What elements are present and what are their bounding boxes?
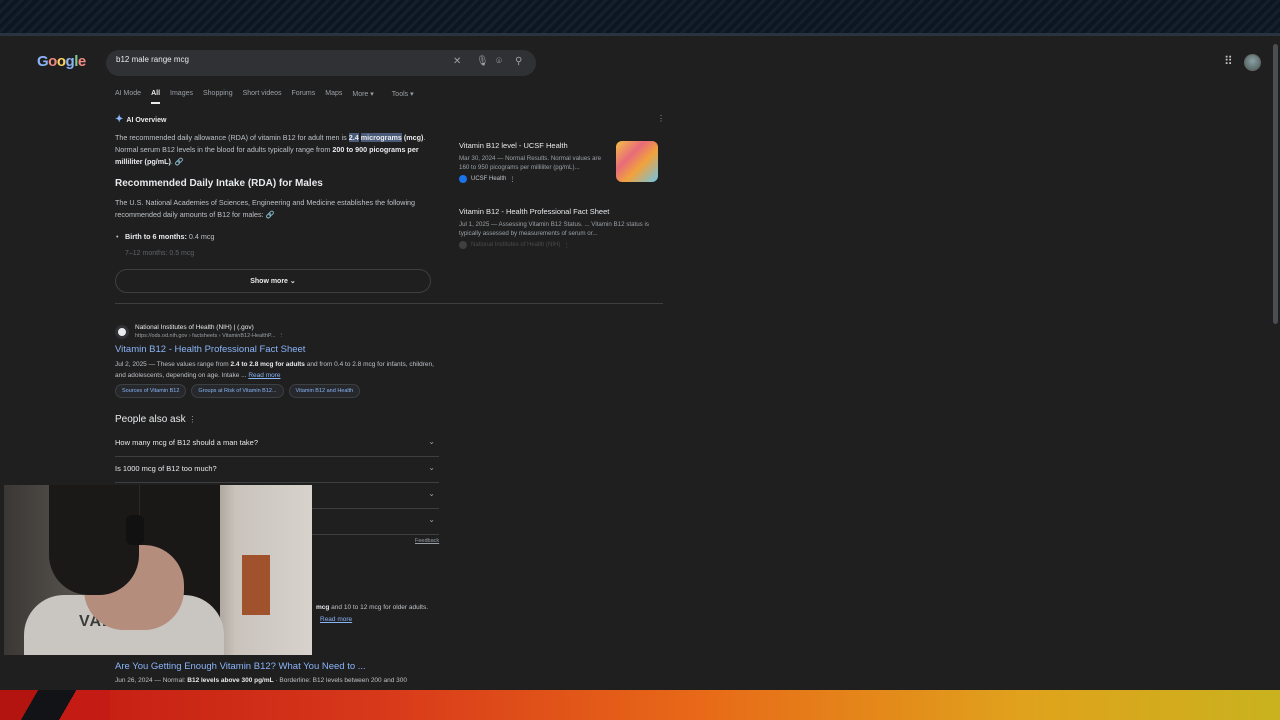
result-url[interactable]: https://ods.od.nih.gov › factsheets › Vi… [135,333,284,339]
background-box [242,555,270,615]
tab-images[interactable]: Images [170,90,193,98]
more-options-icon[interactable]: ⋮ [188,415,196,424]
headphones [126,515,144,545]
tab-forums[interactable]: Forums [292,90,316,98]
tab-tools[interactable]: Tools ▾ [392,90,414,98]
result-site-name[interactable]: National Institutes of Health (NIH) | (.… [135,324,254,331]
tab-more[interactable]: More ▾ [352,90,373,98]
avatar[interactable] [1244,54,1261,71]
result-title-link[interactable]: Vitamin B12 - Health Professional Fact S… [115,344,305,355]
paa-question[interactable]: Is 1000 mcg of B12 too much? ⌄ [115,457,439,483]
tab-all[interactable]: All [151,90,160,104]
webcam-overlay: VALIANT [4,485,312,655]
stream-overlay-top [0,0,1280,36]
search-tabs: AI Mode All Images Shopping Short videos… [115,90,424,104]
ai-overview-intro: The recommended daily allowance (RDA) of… [115,133,426,166]
sparkle-icon: ✦ [115,114,124,125]
link-icon[interactable]: 🔗 [175,157,184,166]
ai-overview-label: ✦ AI Overview [115,114,167,125]
sitelink-chips: Sources of Vitamin B12 Groups at Risk of… [115,384,365,398]
tab-shopping[interactable]: Shopping [203,90,233,98]
source-thumbnail[interactable] [616,141,658,182]
more-options-icon[interactable]: ⋮ [657,114,665,123]
divider [115,303,663,304]
microphone-icon[interactable]: 🎙 [476,56,489,67]
stream-overlay-bottom [0,690,1280,720]
result-title-link[interactable]: Are You Getting Enough Vitamin B12? What… [115,661,366,672]
search-bar[interactable]: ✕ 🎙 ⌾ ⚲ [106,50,536,76]
chevron-down-icon: ⌄ [428,437,435,446]
chip-sources[interactable]: Sources of Vitamin B12 [115,384,187,398]
ai-overview-body: The U.S. National Academies of Sciences,… [115,198,416,219]
search-input[interactable] [116,55,436,64]
rda-bullet: Birth to 6 months: 0.4 mcg [116,232,215,241]
close-icon[interactable]: ✕ [453,56,461,67]
people-also-ask-title: People also ask ⋮ [115,414,197,425]
apps-grid-icon[interactable]: ⠿ [1224,54,1233,68]
paa-question[interactable]: How many mcg of B12 should a man take? ⌄ [115,431,439,457]
google-logo[interactable]: Google [37,53,86,70]
ai-overview-heading: Recommended Daily Intake (RDA) for Males [115,178,323,189]
chevron-down-icon: ⌄ [428,489,435,498]
ucsf-favicon [459,175,467,183]
chip-groups-at-risk[interactable]: Groups at Risk of Vitamin B12... [191,384,284,398]
source-card-ucsf[interactable]: Vitamin B12 level - UCSF Health Mar 30, … [459,141,609,183]
camera-icon[interactable]: ⌾ [496,56,502,67]
link-icon[interactable]: 🔗 [266,210,275,219]
partial-snippet: mcg and 10 to 12 mcg for older adults. [316,604,429,611]
tab-short-videos[interactable]: Short videos [243,90,282,98]
tab-ai-mode[interactable]: AI Mode [115,90,141,98]
feedback-link[interactable]: Feedback [415,538,439,544]
result-snippet: Jun 26, 2024 — Normal: B12 levels above … [115,677,407,684]
chip-b12-health[interactable]: Vitamin B12 and Health [288,384,361,398]
faded-bullet: 7–12 months: 0.5 mcg [125,250,195,257]
read-more-link[interactable]: Read more [248,372,280,379]
nih-favicon [115,325,129,339]
chevron-down-icon: ⌄ [428,515,435,524]
scrollbar[interactable] [1273,44,1278,324]
search-icon[interactable]: ⚲ [515,56,522,67]
result-snippet: Jul 2, 2025 — These values range from 2.… [115,361,434,379]
read-more-link[interactable]: Read more [320,616,352,623]
show-more-button[interactable]: Show more ⌄ [115,269,431,293]
source-card-nih[interactable]: Vitamin B12 - Health Professional Fact S… [459,207,654,249]
chevron-down-icon: ⌄ [428,463,435,472]
chevron-down-icon: ⌄ [289,278,296,285]
tab-maps[interactable]: Maps [325,90,342,98]
